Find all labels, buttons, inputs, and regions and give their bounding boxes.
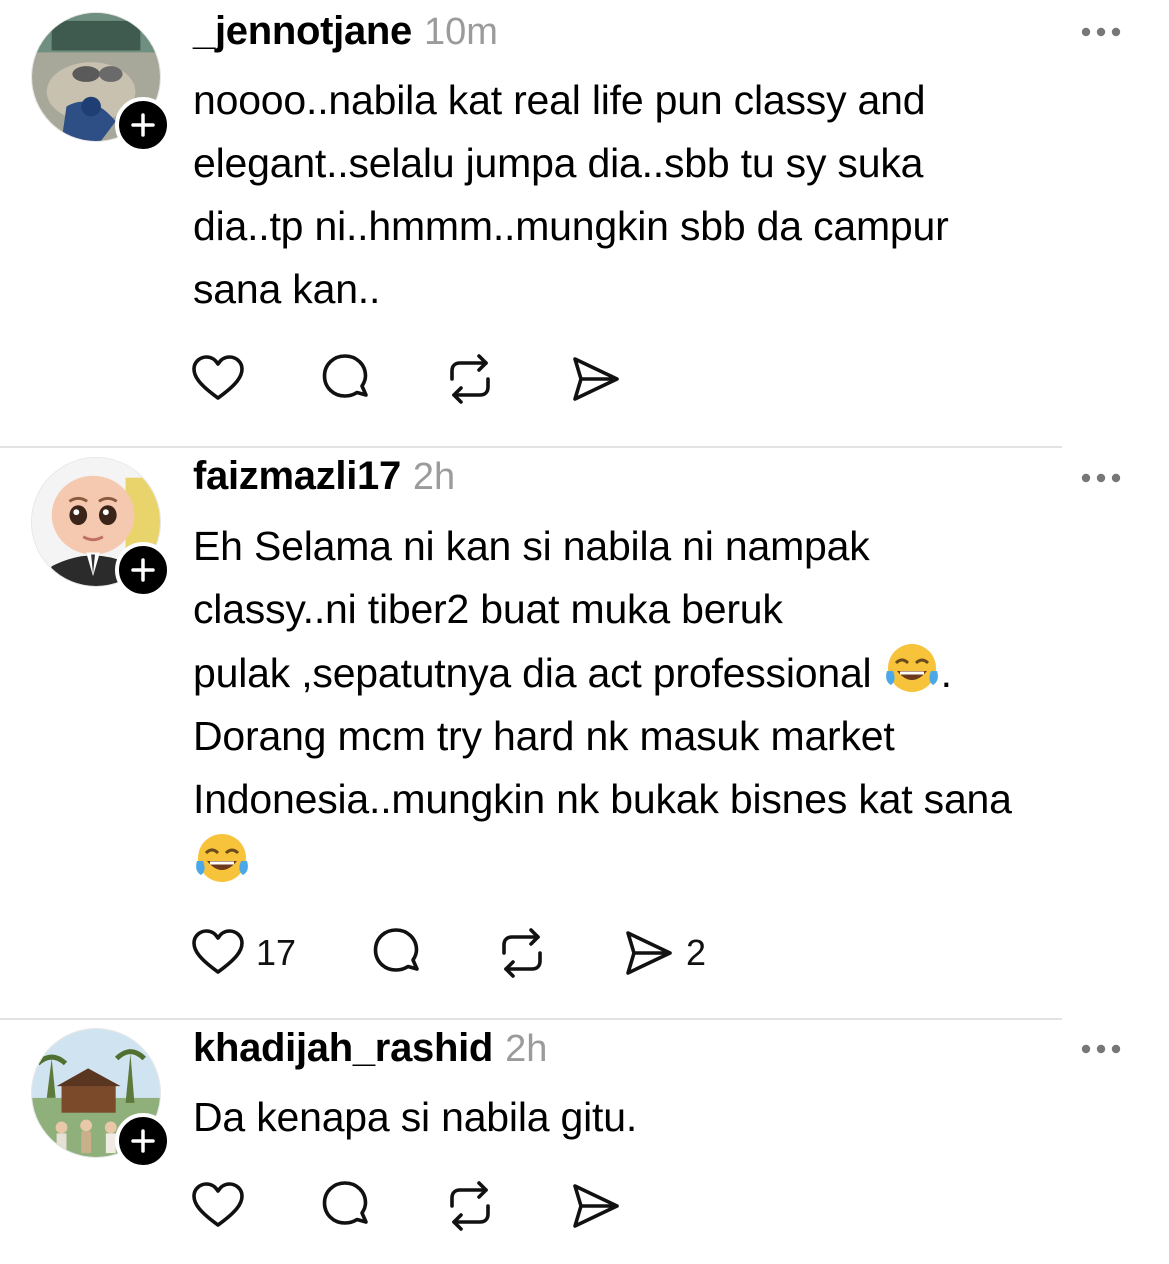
send-icon bbox=[626, 931, 672, 975]
text-line: Dorang mcm try hard nk masuk market bbox=[193, 713, 895, 759]
post-text: Eh Selama ni kan si nabila ni nampak cla… bbox=[193, 515, 1143, 895]
post-1: _jennotjane 10m noooo..nabila kat real l… bbox=[0, 0, 1169, 448]
text-line: sana kan.. bbox=[193, 266, 381, 312]
text-segment: pulak ,sepatutnya dia act professional bbox=[193, 650, 872, 696]
text-line: elegant..selalu jumpa dia..sbb tu sy suk… bbox=[193, 140, 924, 186]
text-line: classy..ni tiber2 buat muka beruk bbox=[193, 586, 783, 632]
text-line bbox=[193, 831, 1143, 895]
more-options-button[interactable] bbox=[1078, 20, 1124, 44]
more-options-button[interactable] bbox=[1078, 1037, 1124, 1061]
text-line: pulak ,sepatutnya dia act professional . bbox=[193, 641, 1143, 705]
repost-icon bbox=[450, 1181, 490, 1231]
repost-icon bbox=[450, 354, 490, 404]
reply-button[interactable] bbox=[317, 1178, 373, 1234]
repost-button[interactable] bbox=[442, 351, 498, 407]
text-line: noooo..nabila kat real life pun classy a… bbox=[193, 77, 926, 123]
follow-button[interactable] bbox=[115, 1113, 171, 1169]
post-header: khadijah_rashid 2h bbox=[193, 1026, 547, 1071]
heart-icon bbox=[192, 1182, 244, 1227]
text-segment: . bbox=[940, 650, 952, 696]
username[interactable]: _jennotjane bbox=[193, 9, 412, 54]
heart-icon bbox=[192, 929, 244, 974]
comment-bubble-icon bbox=[373, 928, 419, 972]
more-dots-icon bbox=[1081, 1044, 1121, 1054]
timestamp: 10m bbox=[423, 11, 498, 53]
send-icon bbox=[573, 1184, 619, 1228]
share-count: 2 bbox=[686, 932, 707, 973]
like-button[interactable] bbox=[190, 351, 246, 407]
comment-bubble-icon bbox=[322, 354, 368, 398]
reply-button[interactable] bbox=[317, 351, 373, 407]
like-button[interactable] bbox=[190, 1178, 246, 1234]
post-2: faizmazli17 2h Eh Selama ni kan si nabil… bbox=[0, 448, 1169, 1020]
follow-button[interactable] bbox=[115, 97, 171, 153]
share-button[interactable]: 2 bbox=[620, 925, 706, 981]
reply-button[interactable] bbox=[368, 925, 424, 981]
text-line: Eh Selama ni kan si nabila ni nampak bbox=[193, 523, 870, 569]
tears-of-joy-emoji bbox=[196, 834, 248, 882]
heart-icon bbox=[192, 355, 244, 400]
post-text: Da kenapa si nabila gitu. bbox=[193, 1086, 1143, 1149]
post-text: noooo..nabila kat real life pun classy a… bbox=[193, 69, 1143, 321]
comment-bubble-icon bbox=[322, 1181, 368, 1225]
post-3: khadijah_rashid 2h Da kenapa si nabila g… bbox=[0, 1020, 1169, 1264]
share-button[interactable] bbox=[567, 351, 623, 407]
tears-of-joy-emoji bbox=[885, 644, 938, 692]
timestamp: 2h bbox=[505, 1028, 548, 1070]
share-button[interactable] bbox=[567, 1178, 623, 1234]
send-icon bbox=[573, 357, 619, 401]
like-count: 17 bbox=[256, 932, 297, 973]
follow-button[interactable] bbox=[115, 542, 171, 598]
repost-button[interactable] bbox=[494, 925, 550, 981]
text-line: Indonesia..mungkin nk bukak bisnes kat s… bbox=[193, 776, 1012, 822]
post-header: _jennotjane 10m bbox=[193, 9, 498, 54]
repost-icon bbox=[502, 928, 542, 978]
timestamp: 2h bbox=[412, 456, 456, 498]
plus-icon bbox=[131, 558, 155, 582]
username[interactable]: faizmazli17 bbox=[193, 454, 401, 499]
plus-icon bbox=[131, 113, 155, 137]
post-header: faizmazli17 2h bbox=[193, 454, 455, 499]
text-line: dia..tp ni..hmmm..mungkin sbb da campur bbox=[193, 203, 949, 249]
username[interactable]: khadijah_rashid bbox=[193, 1026, 493, 1071]
repost-button[interactable] bbox=[442, 1178, 498, 1234]
more-dots-icon bbox=[1081, 27, 1121, 37]
more-options-button[interactable] bbox=[1078, 466, 1124, 490]
like-button[interactable]: 17 bbox=[190, 925, 296, 981]
text-line: Da kenapa si nabila gitu. bbox=[193, 1094, 638, 1140]
more-dots-icon bbox=[1081, 473, 1121, 483]
plus-icon bbox=[131, 1129, 155, 1153]
